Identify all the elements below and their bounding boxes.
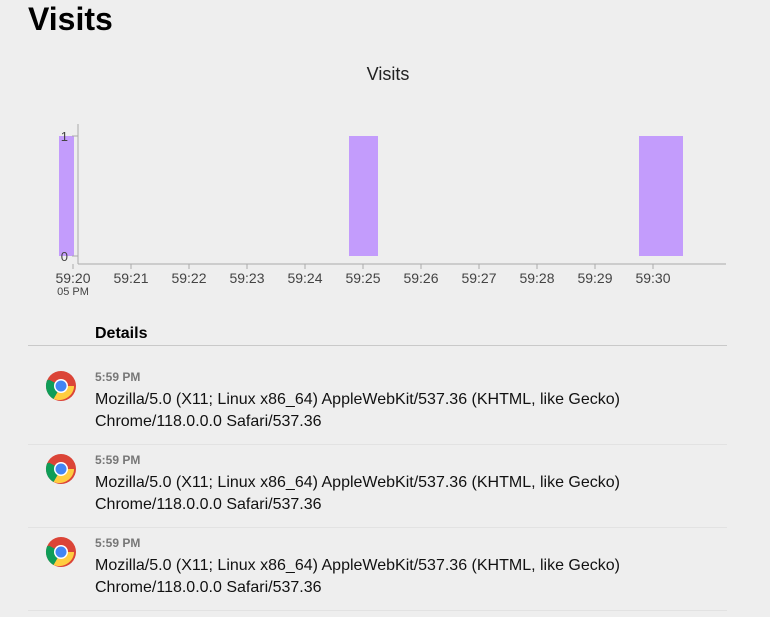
visit-list: 5:59 PM Mozilla/5.0 (X11; Linux x86_64) A…	[28, 362, 727, 611]
visit-user-agent: Mozilla/5.0 (X11; Linux x86_64) AppleWeb…	[95, 391, 620, 430]
chrome-icon	[45, 536, 77, 568]
visit-time: 5:59 PM	[95, 453, 141, 467]
bar-59-25	[349, 136, 378, 256]
x-tick-label: 59:29	[577, 270, 612, 286]
x-tick-label: 59:30	[635, 270, 670, 286]
chart-bars	[59, 136, 683, 256]
chart-title: Visits	[367, 64, 410, 84]
y-tick-label: 1	[61, 129, 68, 144]
visit-user-agent: Mozilla/5.0 (X11; Linux x86_64) AppleWeb…	[95, 557, 620, 596]
visit-list-item: 5:59 PM Mozilla/5.0 (X11; Linux x86_64) A…	[28, 445, 727, 528]
visit-user-agent: Mozilla/5.0 (X11; Linux x86_64) AppleWeb…	[95, 474, 620, 513]
x-tick-sublabel: 05 PM	[57, 286, 89, 298]
x-tick-label: 59:26	[403, 270, 438, 286]
page-title: Visits	[28, 1, 113, 37]
visits-chart: Visits 59:20 59:21 59:22 59:23 59:24 59:25 59:…	[28, 56, 748, 306]
x-tick-label: 59:24	[287, 270, 322, 286]
chart-x-ticks: 59:20 59:21 59:22 59:23 59:24 59:25 59:26 59:27…	[55, 264, 671, 298]
x-tick-label: 59:28	[519, 270, 554, 286]
visit-list-item: 5:59 PM Mozilla/5.0 (X11; Linux x86_64) A…	[28, 362, 727, 445]
visits-chart-svg: Visits 59:20 59:21 59:22 59:23 59:24 59:25 59:…	[55, 64, 726, 298]
bar-59-30	[639, 136, 683, 256]
visit-list-item: 5:59 PM Mozilla/5.0 (X11; Linux x86_64) A…	[28, 528, 727, 611]
visits-page: Visits Visits 59:20 59:21 59:22 59:23 59:24 5…	[0, 0, 770, 617]
chart-axes	[77, 124, 726, 265]
x-tick-label: 59:27	[461, 270, 496, 286]
bar-59-20	[59, 136, 74, 256]
details-label: Details	[95, 325, 148, 342]
visit-time: 5:59 PM	[95, 536, 141, 550]
x-tick-label: 59:23	[229, 270, 264, 286]
x-tick-label: 59:22	[171, 270, 206, 286]
visit-time: 5:59 PM	[95, 370, 141, 384]
chrome-icon	[45, 453, 77, 485]
y-tick-label: 0	[61, 249, 68, 264]
details-header: Details	[28, 322, 727, 346]
x-tick-label: 59:20	[55, 270, 90, 286]
chrome-icon	[45, 370, 77, 402]
x-tick-label: 59:25	[345, 270, 380, 286]
x-tick-label: 59:21	[113, 270, 148, 286]
